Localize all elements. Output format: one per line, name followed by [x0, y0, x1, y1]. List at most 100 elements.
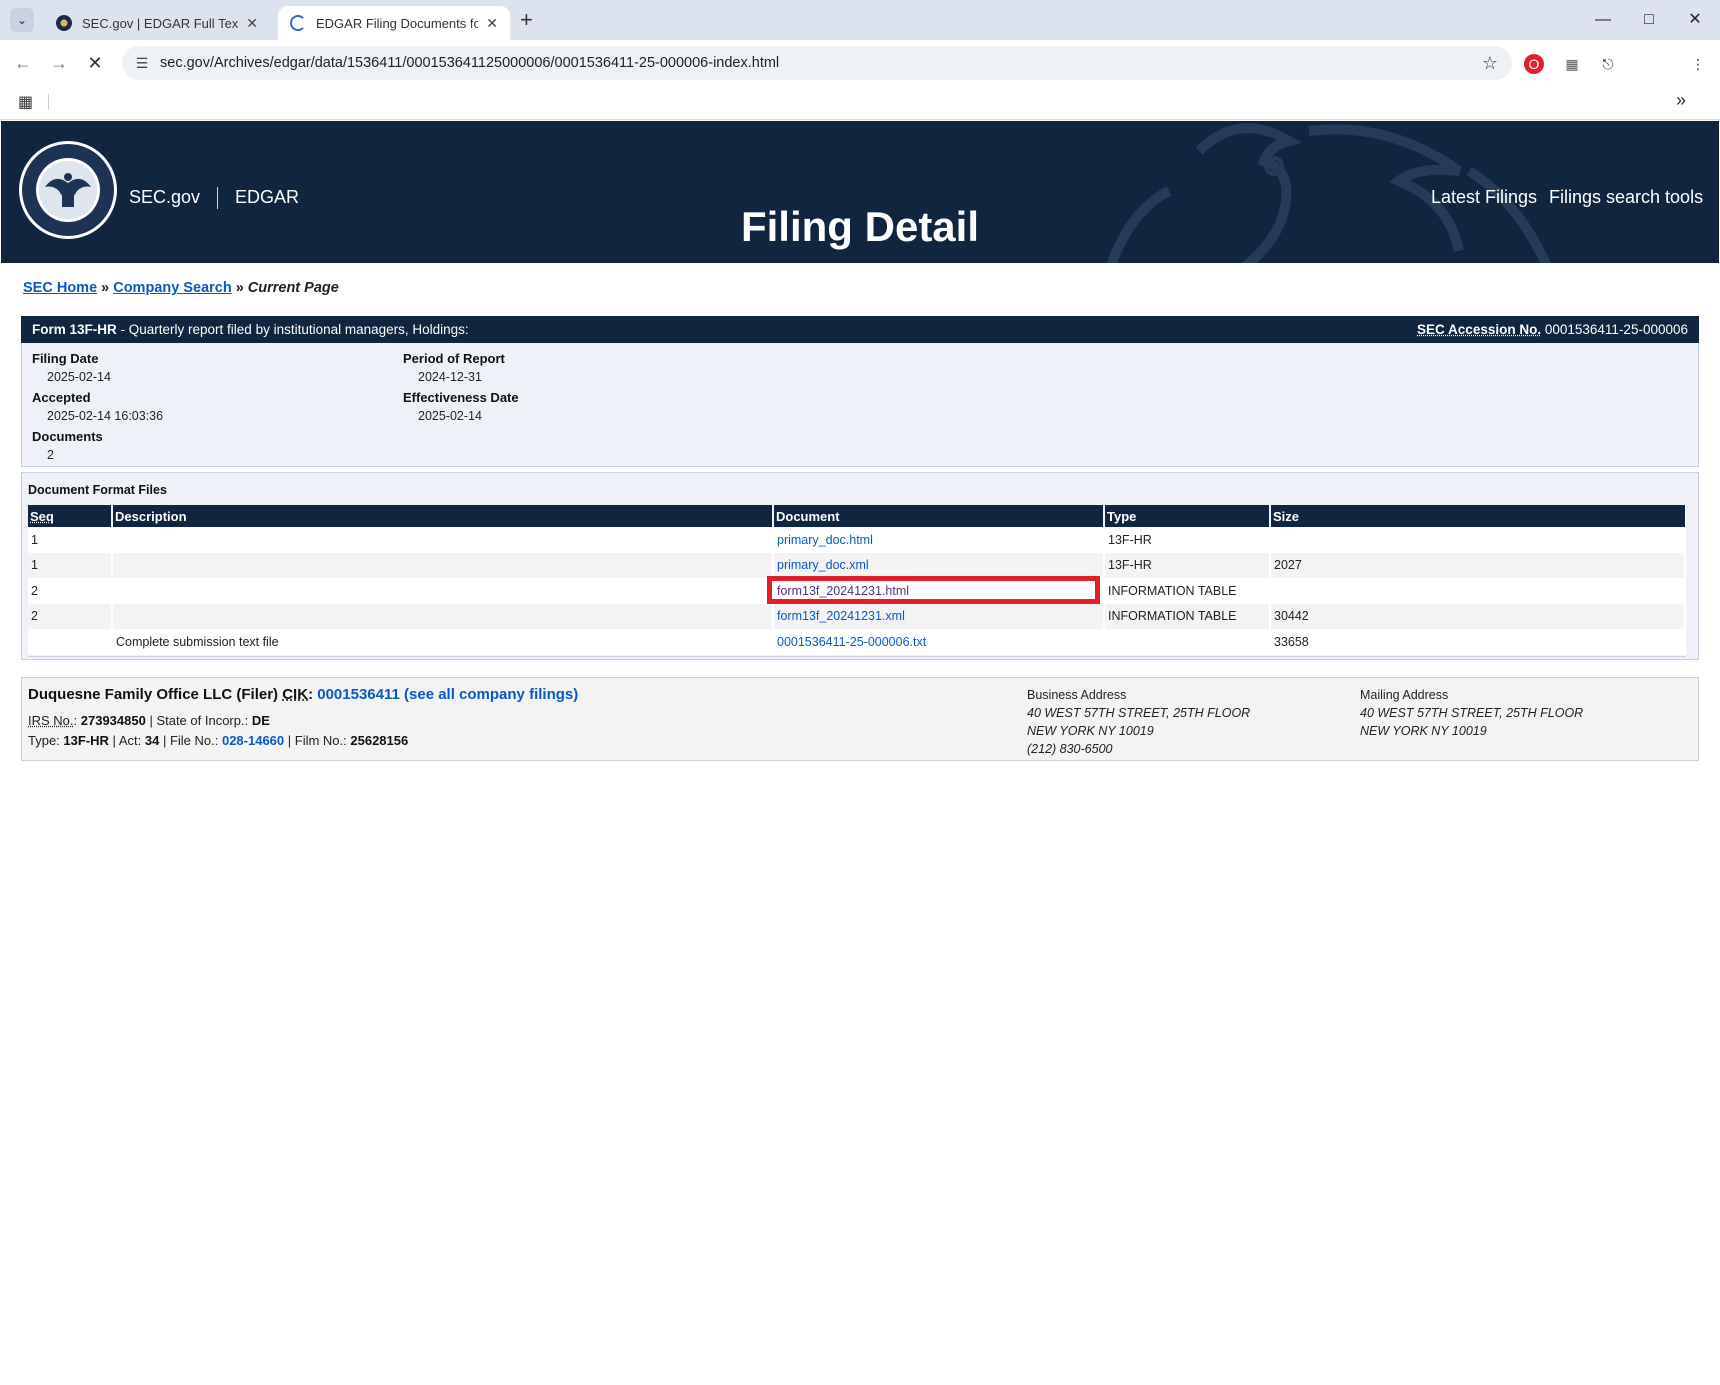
document-link[interactable]: primary_doc.html	[777, 533, 873, 547]
column-header-description: Description	[112, 505, 774, 527]
irs-number: 273934850	[80, 713, 146, 728]
minimize-icon: —	[1595, 11, 1611, 28]
browser-chrome: ⌄ SEC.gov | EDGAR Full Text Sea ✕ EDGAR …	[0, 0, 1720, 121]
breadcrumb-sec-home-link[interactable]: SEC Home	[23, 280, 97, 296]
tab-close-icon[interactable]: ✕	[486, 15, 498, 32]
mailing-address: Mailing Address 40 WEST 57TH STREET, 25T…	[1360, 686, 1583, 740]
type-cell: 13F-HR	[1104, 552, 1271, 578]
plus-icon: +	[520, 7, 533, 32]
type-label: Type:	[28, 733, 60, 748]
column-header-type: Type	[1104, 505, 1271, 527]
stop-loading-button[interactable]: ✕	[82, 50, 108, 76]
business-phone: (212) 830-6500	[1027, 742, 1113, 756]
document-link-highlighted[interactable]: form13f_20241231.html	[777, 584, 909, 598]
table-row: 1 primary_doc.html 13F-HR	[28, 527, 1686, 553]
url-text[interactable]: sec.gov/Archives/edgar/data/1536411/0001…	[160, 55, 1476, 71]
effectiveness-date-value: 2025-02-14	[418, 409, 482, 423]
sec-favicon-icon	[56, 15, 72, 31]
filing-date-label: Filing Date	[32, 351, 99, 366]
opera-extension-icon[interactable]: O	[1524, 54, 1544, 74]
type-cell: INFORMATION TABLE	[1104, 578, 1271, 604]
tab-close-icon[interactable]: ✕	[246, 15, 258, 32]
document-link[interactable]: form13f_20241231.xml	[777, 609, 905, 623]
film-number: 25628156	[350, 733, 409, 748]
size-cell: 33658	[1270, 629, 1686, 655]
business-address-line: 40 WEST 57TH STREET, 25TH FLOOR	[1027, 706, 1251, 720]
tab-strip: ⌄ SEC.gov | EDGAR Full Text Sea ✕ EDGAR …	[0, 0, 1720, 40]
divider	[48, 94, 49, 110]
seq-cell: 2	[28, 603, 113, 629]
document-cell: form13f_20241231.xml	[773, 603, 1105, 629]
back-button[interactable]: ←	[10, 50, 36, 76]
business-address: Business Address 40 WEST 57TH STREET, 25…	[1027, 686, 1250, 758]
tab-search-button[interactable]: ⌄	[10, 8, 34, 32]
sec-header-banner: SEC.gov EDGAR Filing Detail Latest Filin…	[1, 121, 1719, 263]
accession-info: SEC Accession No. 0001536411-25-000006	[1417, 322, 1688, 337]
table-header-row: Seq Description Document Type Size	[28, 505, 1685, 527]
bookmarks-bar: ▦ »	[0, 86, 1720, 120]
maximize-button[interactable]: □	[1626, 6, 1672, 34]
apps-grid-icon[interactable]: ▦	[18, 92, 33, 112]
type-cell: 13F-HR	[1104, 527, 1271, 553]
address-bar[interactable]: ☰ sec.gov/Archives/edgar/data/1536411/00…	[122, 46, 1512, 80]
breadcrumb: SEC Home» Company Search» Current Page	[23, 280, 339, 296]
state-label: State of Incorp.:	[156, 713, 249, 728]
section-title: Document Format Files	[28, 483, 167, 497]
maximize-icon: □	[1644, 11, 1654, 28]
documents-value: 2	[47, 448, 54, 462]
tab-edgar-full-text-search[interactable]: SEC.gov | EDGAR Full Text Sea ✕	[44, 6, 270, 40]
cik-link[interactable]: 0001536411	[317, 686, 400, 703]
breadcrumb-company-search-link[interactable]: Company Search	[113, 280, 231, 296]
period-of-report-value: 2024-12-31	[418, 370, 482, 384]
document-link[interactable]: primary_doc.xml	[777, 558, 869, 572]
divider	[28, 656, 1686, 657]
accepted-label: Accepted	[32, 390, 91, 405]
arrow-right-icon: →	[50, 53, 68, 73]
filer-heading: Duquesne Family Office LLC (Filer) CIK: …	[28, 686, 579, 703]
table-row: Complete submission text file 0001536411…	[28, 629, 1686, 655]
tab-edgar-filing-documents[interactable]: EDGAR Filing Documents for 0 ✕	[278, 6, 510, 40]
breadcrumb-separator: »	[235, 280, 244, 296]
see-all-filings-link[interactable]: (see all company filings)	[404, 686, 578, 703]
minimize-button[interactable]: —	[1580, 6, 1626, 34]
close-window-button[interactable]: ✕	[1672, 6, 1718, 34]
mailing-address-line: 40 WEST 57TH STREET, 25TH FLOOR	[1360, 706, 1584, 720]
image-extension-icon[interactable]: ▦	[1562, 54, 1582, 74]
forward-button[interactable]: →	[46, 50, 72, 76]
size-cell: 2027	[1270, 552, 1686, 578]
table-row: 1 primary_doc.xml 13F-HR 2027	[28, 552, 1686, 578]
file-label: File No.:	[169, 733, 219, 748]
chevron-double-right-icon[interactable]: »	[1676, 90, 1686, 111]
act-value: 34	[144, 733, 160, 748]
file-number-link[interactable]: 028-14660	[222, 733, 284, 748]
site-info-icon[interactable]: ☰	[132, 53, 152, 73]
document-cell: primary_doc.html	[773, 527, 1105, 553]
new-tab-button[interactable]: +	[520, 8, 533, 32]
filings-search-tools-link[interactable]: Filings search tools	[1549, 187, 1703, 208]
kebab-menu-icon[interactable]: ⋮	[1688, 54, 1708, 74]
form-header-bar: Form 13F-HR - Quarterly report filed by …	[21, 316, 1699, 343]
form-description: - Quarterly report filed by institutiona…	[116, 322, 469, 337]
document-cell-highlighted: form13f_20241231.html	[767, 576, 1105, 604]
latest-filings-link[interactable]: Latest Filings	[1431, 187, 1537, 208]
description-cell	[112, 552, 774, 578]
type-cell: INFORMATION TABLE	[1104, 603, 1271, 629]
mailing-address-title: Mailing Address	[1360, 688, 1449, 702]
documents-table: Seq Description Document Type Size 1 pri…	[28, 505, 1686, 655]
type-value: 13F-HR	[63, 733, 109, 748]
document-link[interactable]: 0001536411-25-000006.txt	[777, 635, 926, 649]
filer-name: Duquesne Family Office LLC (Filer)	[28, 686, 279, 703]
accession-number: 0001536411-25-000006	[1544, 322, 1688, 337]
mailing-address-line: NEW YORK NY 10019	[1360, 724, 1487, 738]
description-cell	[112, 578, 774, 604]
description-cell	[112, 603, 774, 629]
filing-date-value: 2025-02-14	[47, 370, 111, 384]
puzzle-extensions-icon[interactable]: ⎋	[1598, 54, 1618, 74]
tab-title: SEC.gov | EDGAR Full Text Sea	[82, 15, 239, 31]
size-cell: 30442	[1270, 603, 1686, 629]
seq-cell: 2	[28, 578, 113, 604]
bookmark-star-icon[interactable]: ☆	[1476, 53, 1504, 74]
browser-toolbar: ← → ✕ ☰ sec.gov/Archives/edgar/data/1536…	[0, 40, 1720, 86]
seq-cell	[28, 629, 113, 655]
description-cell	[112, 527, 774, 553]
